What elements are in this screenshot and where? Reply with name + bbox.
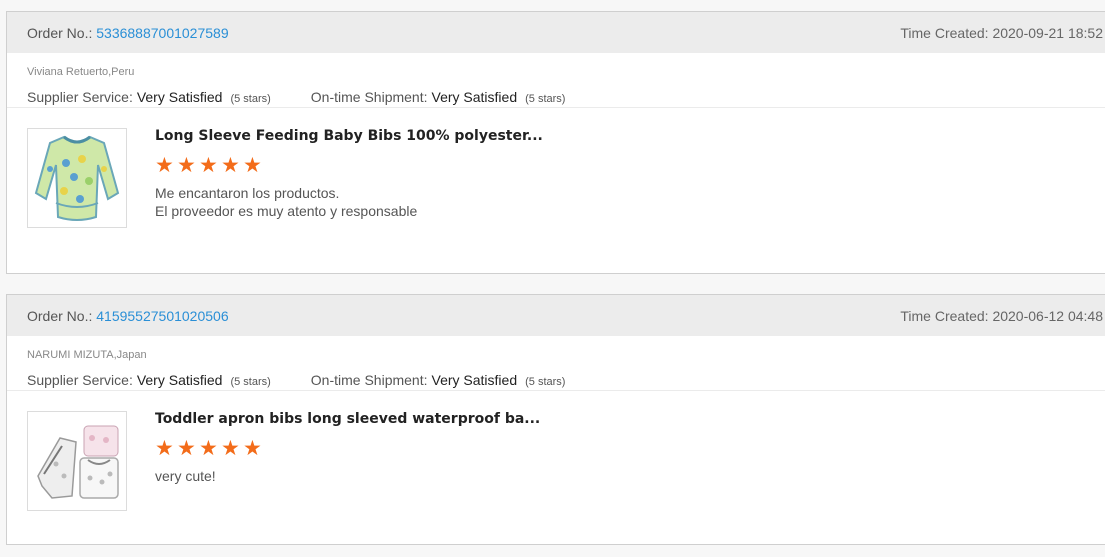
buyer-name: Viviana Retuerto,Peru [27,66,135,78]
shipment-value: Very Satisfied [431,89,518,105]
review-comment: very cute! [155,467,540,485]
supplier-service-value: Very Satisfied [136,89,223,105]
order-number-link[interactable]: 41595527501020506 [96,308,228,324]
time-created-value: 2020-06-12 04:48 [992,307,1103,324]
time-created-label: Time Created: [900,307,989,324]
apron-bib-image [37,425,119,499]
time-created: Time Created: 2020-09-21 18:52 [900,25,1105,41]
review-feed: Order No.: 53368887001027589 Time Create… [0,0,1105,557]
order-number-wrap: Order No.: 41595527501020506 [27,308,229,324]
supplier-service-rating: Supplier Service: Very Satisfied (5 star… [27,372,271,388]
star-icon: ★ [177,437,196,460]
review-comment-line: Me encantaron los productos. [155,185,340,201]
order-number-label: Order No.: [27,307,93,324]
service-ratings: Supplier Service: Very Satisfied (5 star… [27,372,1095,388]
order-meta: Viviana Retuerto,Peru Supplier Service: … [7,53,1105,108]
star-icon: ★ [221,437,240,460]
shipment-label: On-time Shipment: [310,89,428,105]
star-icon: ★ [177,154,196,177]
order-number-wrap: Order No.: 53368887001027589 [27,25,229,41]
supplier-service-rating: Supplier Service: Very Satisfied (5 star… [27,89,271,105]
time-created: Time Created: 2020-06-12 04:48 [900,308,1105,324]
shipment-rating: On-time Shipment: Very Satisfied (5 star… [311,89,566,105]
star-icon: ★ [155,437,174,460]
shipment-stars: (5 stars) [525,93,566,105]
star-icon: ★ [199,437,218,460]
time-created-value: 2020-09-21 18:52 [992,24,1103,41]
product-star-rating: ★ ★ ★ ★ ★ [155,437,540,460]
service-ratings: Supplier Service: Very Satisfied (5 star… [27,89,1095,105]
review-comment: Me encantaron los productos. El proveedo… [155,184,543,220]
star-icon: ★ [199,154,218,177]
order-number-label: Order No.: [27,24,93,41]
shipment-label: On-time Shipment: [310,372,428,388]
supplier-service-stars: (5 stars) [230,376,271,388]
shipment-stars: (5 stars) [525,376,566,388]
supplier-service-stars: (5 stars) [230,93,271,105]
product-review: Long Sleeve Feeding Baby Bibs 100% polye… [7,108,1105,238]
product-title[interactable]: Long Sleeve Feeding Baby Bibs 100% polye… [155,128,543,144]
product-info: Toddler apron bibs long sleeved waterpro… [155,411,540,485]
buyer-name: NARUMI MIZUTA,Japan [27,349,147,361]
supplier-service-label: Supplier Service: [27,372,133,388]
time-created-label: Time Created: [900,24,989,41]
product-star-rating: ★ ★ ★ ★ ★ [155,154,543,177]
star-icon: ★ [243,437,262,460]
star-icon: ★ [243,154,262,177]
order-header: Order No.: 41595527501020506 Time Create… [7,295,1105,336]
shipment-rating: On-time Shipment: Very Satisfied (5 star… [311,372,566,388]
order-number-link[interactable]: 53368887001027589 [96,25,228,41]
supplier-service-value: Very Satisfied [136,372,223,388]
order-card: Order No.: 53368887001027589 Time Create… [6,11,1105,274]
order-card: Order No.: 41595527501020506 Time Create… [6,294,1105,545]
product-thumbnail[interactable] [27,411,127,511]
order-meta: NARUMI MIZUTA,Japan Supplier Service: Ve… [7,336,1105,391]
baby-bib-image [34,135,120,221]
star-icon: ★ [155,154,174,177]
product-review: Toddler apron bibs long sleeved waterpro… [7,391,1105,521]
product-thumbnail[interactable] [27,128,127,228]
order-header: Order No.: 53368887001027589 Time Create… [7,12,1105,53]
star-icon: ★ [221,154,240,177]
review-comment-line: very cute! [155,468,216,484]
review-comment-line: El proveedor es muy atento y responsable [155,203,418,219]
product-info: Long Sleeve Feeding Baby Bibs 100% polye… [155,128,543,220]
product-title[interactable]: Toddler apron bibs long sleeved waterpro… [155,411,540,427]
shipment-value: Very Satisfied [431,372,518,388]
supplier-service-label: Supplier Service: [27,89,133,105]
